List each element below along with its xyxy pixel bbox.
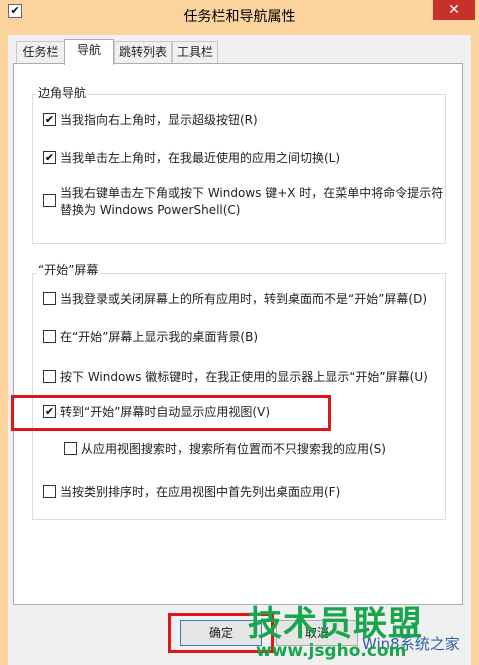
tab-toolbars[interactable]: 工具栏 <box>172 41 218 63</box>
option-label: 从应用视图搜索时，搜索所有位置而不只搜索我的应用(S) <box>81 442 386 456</box>
checkbox[interactable]: ✔ <box>43 151 56 164</box>
checkbox[interactable] <box>43 485 56 498</box>
start-screen-title: “开始”屏幕 <box>36 261 101 278</box>
option-label: 当我指向右上角时，显示超级按钮(R) <box>60 113 258 127</box>
close-button[interactable]: ✕ <box>433 0 475 20</box>
option-label: 当我单击左上角时，在我最近使用的应用之间切换(L) <box>60 151 341 165</box>
window-frame-left <box>0 35 8 665</box>
corner-navigation-title: 边角导航 <box>36 84 89 101</box>
checkbox[interactable] <box>43 194 56 207</box>
tab-taskbar[interactable]: 任务栏 <box>16 41 65 63</box>
checkbox[interactable] <box>64 442 77 455</box>
checkbox[interactable] <box>43 370 56 383</box>
option-label: 当按类别排序时，在应用视图中首先列出桌面应用(F) <box>60 485 341 499</box>
option-label: 按下 Windows 徽标键时，在我正使用的显示器上显示“开始”屏幕(U) <box>60 370 428 384</box>
option-label: 当我登录或关闭屏幕上的所有应用时，转到桌面而不是“开始”屏幕(D) <box>60 292 428 306</box>
window-title: 任务栏和导航属性 <box>183 9 296 25</box>
option-label: 在“开始”屏幕上显示我的桌面背景(B) <box>60 330 259 344</box>
title-bar: ✔ 任务栏和导航属性 ✕ <box>0 0 479 35</box>
tab-jump-lists[interactable]: 跳转列表 <box>114 41 172 63</box>
watermark-url: www.jsgho.com <box>256 641 407 661</box>
checkbox[interactable]: ✔ <box>43 113 56 126</box>
checkbox[interactable] <box>43 292 56 305</box>
tab-panel: 边角导航 ✔ 当我指向右上角时，显示超级按钮(R) ✔ 当我单击左上角时，在我最… <box>13 63 463 605</box>
annotation-highlight-option <box>11 395 331 431</box>
option-label-line1: 当我右键单击左下角或按下 Windows 键+X 时，在菜单中将命令提示符 <box>60 186 444 200</box>
window-frame-right <box>471 35 479 665</box>
checkbox[interactable] <box>43 330 56 343</box>
tab-navigation[interactable]: 导航 <box>64 39 114 65</box>
option-label-line2: 替换为 Windows PowerShell(C) <box>60 203 241 217</box>
